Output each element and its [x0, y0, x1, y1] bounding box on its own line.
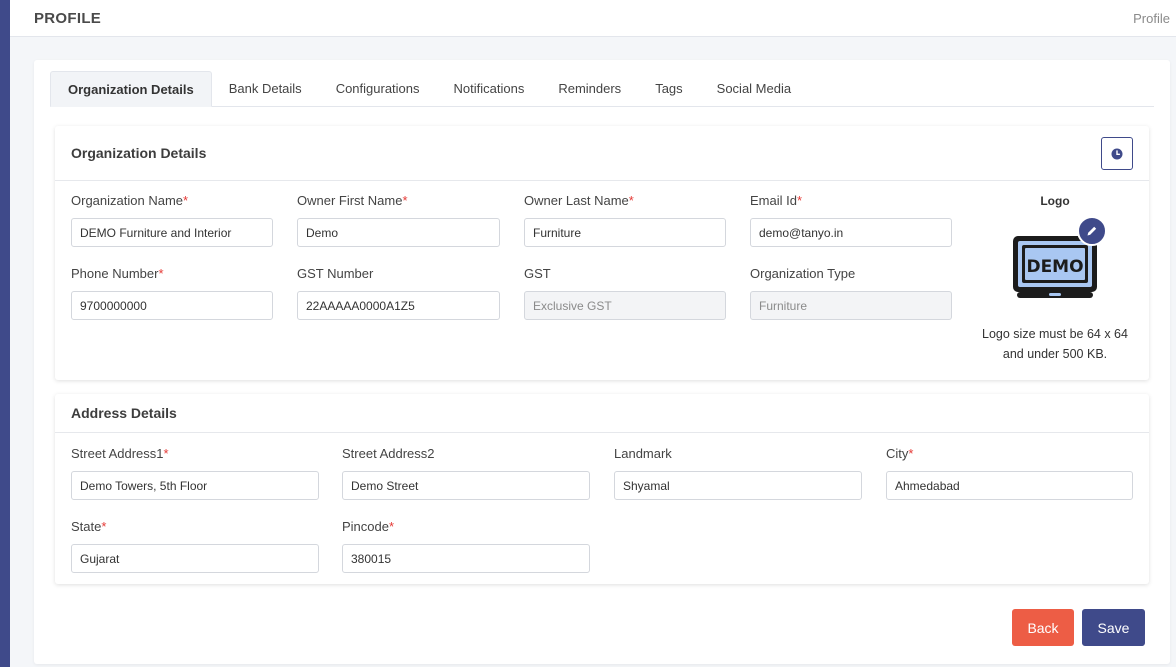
save-button[interactable]: Save — [1082, 609, 1145, 646]
history-button[interactable] — [1101, 137, 1133, 170]
logo-image: DEMO — [1005, 216, 1107, 304]
tab-social-media[interactable]: Social Media — [700, 71, 808, 106]
edit-logo-button[interactable] — [1077, 216, 1107, 246]
logo-size-note: Logo size must be 64 x 64 and under 500 … — [982, 327, 1128, 361]
back-button[interactable]: Back — [1012, 609, 1074, 646]
gst-number-input[interactable]: 22AAAAA0000A1Z5 — [297, 291, 500, 320]
logo-area: Logo DEMO Logo size must be 64 x 64 and … — [975, 194, 1135, 364]
gst-number-field: GST Number 22AAAAA0000A1Z5 — [297, 265, 500, 320]
tab-tags[interactable]: Tags — [638, 71, 699, 106]
org-name-input[interactable]: DEMO Furniture and Interior — [71, 218, 273, 247]
clock-icon — [1111, 148, 1123, 159]
org-type-input: Furniture — [750, 291, 952, 320]
gst-number-label: GST Number — [297, 266, 374, 281]
left-sidebar-strip — [0, 0, 10, 667]
breadcrumb[interactable]: Profile — [1133, 11, 1170, 26]
required-mark: * — [628, 193, 634, 208]
pencil-icon — [1087, 226, 1097, 236]
required-mark: * — [163, 446, 169, 461]
owner-last-name-label: Owner Last Name — [524, 193, 629, 208]
state-input[interactable]: Gujarat — [71, 544, 319, 573]
org-name-label: Organization Name — [71, 193, 183, 208]
tab-bank-details[interactable]: Bank Details — [212, 71, 319, 106]
org-type-field: Organization Type Furniture — [750, 265, 952, 320]
tab-bar: Organization Details Bank Details Config… — [50, 71, 1154, 107]
page-title: PROFILE — [34, 9, 102, 27]
landmark-field: Landmark Shyamal — [614, 445, 862, 500]
required-mark: * — [796, 193, 803, 208]
landmark-label: Landmark — [614, 446, 672, 461]
tab-reminders[interactable]: Reminders — [541, 71, 638, 106]
section-title: Organization Details — [55, 126, 1149, 181]
email-input[interactable]: demo@tanyo.in — [750, 218, 952, 247]
required-mark: * — [158, 266, 164, 281]
street-address2-input[interactable]: Demo Street — [342, 471, 590, 500]
profile-card: Organization Details Bank Details Config… — [34, 60, 1170, 664]
logo-title: Logo — [1040, 194, 1070, 208]
state-label: State — [71, 519, 102, 534]
tab-notifications[interactable]: Notifications — [437, 71, 542, 106]
address-details-section: Address Details Street Address1* Demo To… — [55, 394, 1149, 584]
email-field: Email Id* demo@tanyo.in — [750, 192, 952, 247]
owner-first-name-label: Owner First Name — [297, 193, 403, 208]
owner-first-name-field: Owner First Name* Demo — [297, 192, 500, 247]
landmark-input[interactable]: Shyamal — [614, 471, 862, 500]
required-mark: * — [388, 519, 395, 534]
phone-input[interactable]: 9700000000 — [71, 291, 273, 320]
required-mark: * — [101, 519, 107, 534]
street-address1-input[interactable]: Demo Towers, 5th Floor — [71, 471, 319, 500]
tab-organization-details[interactable]: Organization Details — [50, 71, 212, 107]
required-mark: * — [183, 193, 189, 208]
street-address2-field: Street Address2 Demo Street — [342, 445, 590, 500]
state-field: State* Gujarat — [71, 518, 319, 573]
tab-configurations[interactable]: Configurations — [319, 71, 437, 106]
logo-text: DEMO — [1026, 257, 1083, 277]
city-input[interactable]: Ahmedabad — [886, 471, 1133, 500]
section-title: Address Details — [55, 394, 1149, 433]
street-address2-label: Street Address2 — [342, 446, 435, 461]
org-name-field: Organization Name* DEMO Furniture and In… — [71, 192, 273, 247]
pincode-label: Pincode — [342, 519, 389, 534]
required-mark: * — [908, 446, 914, 461]
owner-last-name-field: Owner Last Name* Furniture — [524, 192, 726, 247]
email-label: Email Id — [750, 193, 797, 208]
phone-label: Phone Number — [71, 266, 159, 281]
city-label: City — [886, 446, 909, 461]
gst-field: GST Exclusive GST — [524, 265, 726, 320]
owner-last-name-input[interactable]: Furniture — [524, 218, 726, 247]
organization-details-section: Organization Details Organization Name* … — [55, 126, 1149, 380]
required-mark: * — [402, 193, 408, 208]
street-address1-label: Street Address1 — [71, 446, 164, 461]
gst-label: GST — [524, 266, 551, 281]
owner-first-name-input[interactable]: Demo — [297, 218, 500, 247]
org-type-label: Organization Type — [750, 266, 856, 281]
gst-input: Exclusive GST — [524, 291, 726, 320]
street-address1-field: Street Address1* Demo Towers, 5th Floor — [71, 445, 319, 500]
pincode-input[interactable]: 380015 — [342, 544, 590, 573]
phone-field: Phone Number* 9700000000 — [71, 265, 273, 320]
city-field: City* Ahmedabad — [886, 445, 1133, 500]
top-header: PROFILE Profile — [10, 0, 1176, 37]
pincode-field: Pincode* 380015 — [342, 518, 590, 573]
